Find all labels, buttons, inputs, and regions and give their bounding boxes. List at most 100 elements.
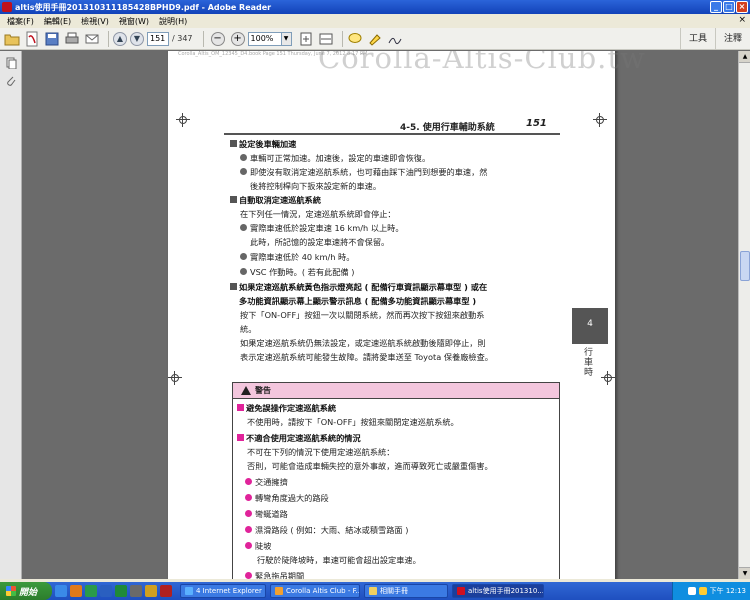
- browser-icon: [275, 587, 283, 595]
- list-item: 緊急拖吊期間: [237, 569, 555, 579]
- comment-bubble-icon[interactable]: [347, 31, 363, 47]
- warning-header: 警告: [233, 383, 559, 399]
- paragraph: 在下列任一情況，定速巡航系統即會停止：: [240, 209, 396, 219]
- network-icon[interactable]: [687, 587, 696, 595]
- pdf-icon: [457, 587, 465, 595]
- comment-pane-button[interactable]: 注釋: [714, 28, 750, 50]
- zoom-dropdown-button[interactable]: ▼: [281, 31, 292, 46]
- system-tray: 下午 12:13: [672, 582, 750, 600]
- chrome-quicklaunch-icon[interactable]: [85, 585, 97, 597]
- desktop-quicklaunch-icon[interactable]: [130, 585, 142, 597]
- list-item: 實際車速低於設定車速 16 km/h 以上時。: [230, 221, 560, 235]
- windows-taskbar: 開始 4 Internet Explorer Corolla Altis Clu…: [0, 582, 750, 600]
- task-internet-explorer[interactable]: 4 Internet Explorer: [180, 584, 266, 598]
- menu-window[interactable]: 視窗(W): [114, 16, 154, 27]
- previous-page-button[interactable]: ▲: [113, 31, 127, 46]
- tools-pane-button[interactable]: 工具: [679, 28, 715, 50]
- task-manual-folder[interactable]: 相關手冊: [364, 584, 448, 598]
- scroll-up-button[interactable]: ▲: [739, 51, 750, 63]
- pink-bullet-icon: [245, 572, 252, 579]
- windows-logo-icon: [6, 586, 16, 596]
- task-corolla-club[interactable]: Corolla Altis Club - F...: [270, 584, 360, 598]
- crop-mark-icon: [593, 113, 607, 127]
- round-bullet-icon: [240, 224, 247, 231]
- toolbar: ▲ ▼ 151 / 347 − + 100% ▼ 工具 注釋: [0, 28, 750, 50]
- section-heading: 設定後車輛加速: [230, 137, 560, 151]
- attachments-icon[interactable]: [5, 75, 17, 87]
- list-item: VSC 作動時。( 若有此配備 ): [230, 265, 560, 279]
- pink-square-bullet-icon: [237, 404, 244, 411]
- document-close-button[interactable]: ×: [738, 15, 746, 25]
- start-button[interactable]: 開始: [0, 582, 52, 600]
- square-bullet-icon: [230, 283, 237, 290]
- menu-file[interactable]: 檔案(F): [2, 16, 39, 27]
- toolbar-right-group: 工具 注釋: [679, 28, 750, 50]
- clock[interactable]: 下午 12:13: [710, 586, 746, 596]
- word-quicklaunch-icon[interactable]: [100, 585, 112, 597]
- section-heading: 如果定速巡航系統黃色指示燈亮起 ( 配備行車資訊顯示幕車型 ) 或在: [230, 280, 560, 294]
- open-folder-icon[interactable]: [4, 31, 20, 47]
- create-pdf-icon[interactable]: [24, 31, 40, 47]
- folder-quicklaunch-icon[interactable]: [145, 585, 157, 597]
- zoom-level-input[interactable]: 100%: [247, 31, 282, 46]
- print-icon[interactable]: [64, 31, 80, 47]
- next-page-button[interactable]: ▼: [130, 31, 144, 46]
- page-thumbnails-icon[interactable]: [5, 57, 17, 69]
- square-bullet-icon: [230, 196, 237, 203]
- crop-mark-icon: [601, 371, 615, 385]
- list-item-continued: 後將控制桿向下扳來設定新的車速。: [250, 181, 382, 191]
- list-item-continued: 此時，所記憶的設定車速將不會保留。: [250, 237, 390, 247]
- menu-edit[interactable]: 編輯(E): [39, 16, 76, 27]
- menu-view[interactable]: 檢視(V): [76, 16, 114, 27]
- vertical-scrollbar[interactable]: ▲ ▼: [738, 51, 750, 579]
- minimize-button[interactable]: _: [710, 1, 722, 13]
- pink-bullet-icon: [245, 542, 252, 549]
- sign-icon[interactable]: [387, 31, 403, 47]
- warning-heading: 避免誤操作定速巡航系統: [237, 401, 555, 415]
- task-adobe-reader[interactable]: altis使用手冊201310...: [452, 584, 544, 598]
- zoom-out-button[interactable]: −: [210, 31, 225, 46]
- document-viewport[interactable]: Corolla_Altis_OM_12345_D4.book Page 151 …: [23, 51, 750, 579]
- list-item: 濕滑路段 ( 例如：大雨、結冰或積雪路面 ): [237, 523, 555, 537]
- section-title: 4-5. 使用行車輔助系統: [400, 123, 495, 133]
- page-number: 151: [526, 118, 547, 129]
- square-bullet-icon: [230, 140, 237, 147]
- adobe-reader-window: altis使用手冊201310311185428BPHD9.pdf - Adob…: [0, 0, 750, 600]
- highlight-icon[interactable]: [367, 31, 383, 47]
- list-item: 彎蜒道路: [237, 507, 555, 521]
- scroll-down-button[interactable]: ▼: [739, 567, 750, 579]
- scroll-thumb[interactable]: [740, 251, 750, 281]
- list-item: 轉彎角度過大的路段: [237, 491, 555, 505]
- email-icon[interactable]: [84, 31, 100, 47]
- page-number-input[interactable]: 151: [147, 31, 169, 46]
- media-quicklaunch-icon[interactable]: [160, 585, 172, 597]
- volume-icon[interactable]: [698, 587, 707, 595]
- close-button[interactable]: ×: [736, 1, 748, 13]
- list-item-continued: 行駛於陡降坡時，車速可能會超出設定車速。: [257, 555, 421, 565]
- list-item: 實際車速低於 40 km/h 時。: [230, 250, 560, 264]
- fit-page-icon[interactable]: [298, 31, 314, 47]
- ie-quicklaunch-icon[interactable]: [55, 585, 67, 597]
- list-item: 車輛可正常加速。加速後，設定的車速即會恢復。: [230, 151, 560, 165]
- zoom-in-button[interactable]: +: [230, 31, 245, 46]
- paragraph: 如果定速巡航系統仍無法設定，或定速巡航系統啟動後隨即停止，則: [240, 338, 486, 348]
- round-bullet-icon: [240, 253, 247, 260]
- warning-box: 警告 避免誤操作定速巡航系統 不使用時，請按下「ON-OFF」按鈕來關閉定速巡航…: [232, 382, 560, 579]
- list-item: 即使沒有取消定速巡航系統，也可藉由踩下油門到想要的車速，然: [230, 165, 560, 179]
- title-bar[interactable]: altis使用手冊201310311185428BPHD9.pdf - Adob…: [0, 0, 750, 14]
- section-heading-continued: 多功能資訊顯示幕上顯示警示訊息 ( 配備多功能資訊顯示幕車型 ): [239, 296, 477, 306]
- list-item: 陡坡: [237, 539, 555, 553]
- pink-bullet-icon: [245, 478, 252, 485]
- maximize-button[interactable]: □: [723, 1, 735, 13]
- round-bullet-icon: [240, 154, 247, 161]
- fit-width-icon[interactable]: [318, 31, 334, 47]
- warning-text: 否則，可能會造成車輛失控的意外事故，進而導致死亡或嚴重傷害。: [247, 461, 493, 471]
- menu-help[interactable]: 說明(H): [154, 16, 192, 27]
- paragraph-continued: 表示定速巡航系統可能發生故障。請將愛車送至 Toyota 保養廠檢查。: [240, 352, 493, 362]
- firefox-quicklaunch-icon[interactable]: [70, 585, 82, 597]
- excel-quicklaunch-icon[interactable]: [115, 585, 127, 597]
- save-icon[interactable]: [44, 31, 60, 47]
- window-controls: _ □ ×: [710, 1, 748, 13]
- crop-mark-icon: [168, 371, 182, 385]
- crop-mark-icon: [176, 113, 190, 127]
